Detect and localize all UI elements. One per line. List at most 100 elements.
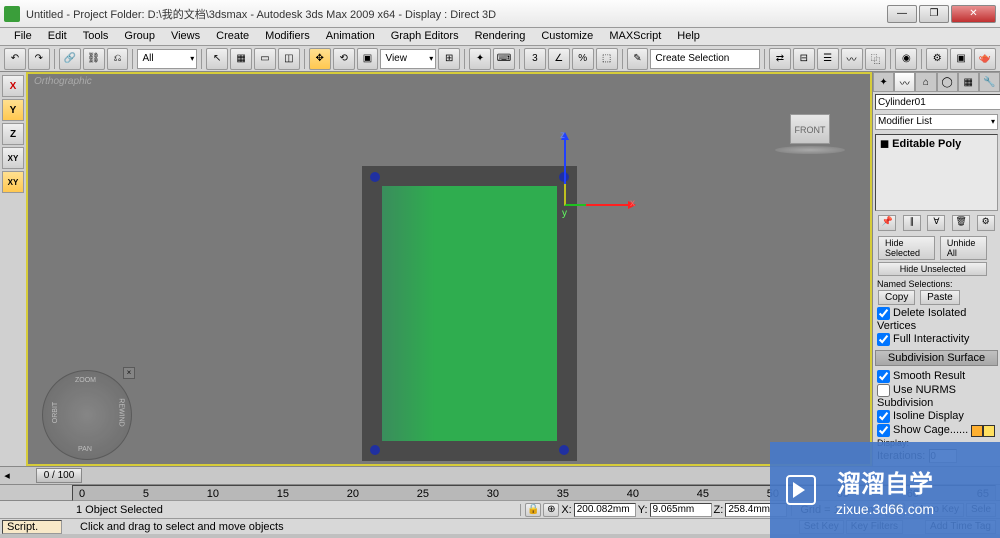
select-name-button[interactable]: ▦: [230, 48, 252, 70]
schematic-button[interactable]: ⿻: [865, 48, 887, 70]
menu-file[interactable]: File: [6, 28, 40, 45]
gizmo-plane[interactable]: [564, 184, 586, 206]
corner-vertex[interactable]: [370, 172, 380, 182]
menu-grapheditors[interactable]: Graph Editors: [383, 28, 467, 45]
spinner-snap-button[interactable]: ⬚: [596, 48, 618, 70]
material-editor-button[interactable]: ◉: [895, 48, 917, 70]
select-region-button[interactable]: ▭: [254, 48, 276, 70]
scale-button[interactable]: ▣: [357, 48, 379, 70]
transform-gizmo[interactable]: z x y: [538, 134, 638, 244]
remove-mod-button[interactable]: 🗑: [952, 215, 970, 231]
manipulate-button[interactable]: ✦: [469, 48, 491, 70]
axis-x-button[interactable]: X: [2, 75, 24, 97]
menu-customize[interactable]: Customize: [533, 28, 601, 45]
corner-vertex[interactable]: [370, 445, 380, 455]
menu-tools[interactable]: Tools: [75, 28, 117, 45]
viewport[interactable]: Orthographic z x y FRONT × ZOOM PAN ORBI…: [26, 72, 872, 466]
maximize-button[interactable]: ❐: [919, 5, 949, 23]
menu-edit[interactable]: Edit: [40, 28, 75, 45]
axis-y-button[interactable]: Y: [2, 99, 24, 121]
close-button[interactable]: ✕: [951, 5, 996, 23]
render-setup-button[interactable]: ⚙: [926, 48, 948, 70]
create-tab[interactable]: ✦: [873, 72, 894, 92]
pivot-button[interactable]: ⊞: [438, 48, 460, 70]
x-coord-input[interactable]: [574, 503, 636, 517]
layers-button[interactable]: ☰: [817, 48, 839, 70]
stack-item-editable-poly[interactable]: ◼ Editable Poly: [880, 137, 993, 150]
snap-toggle-button[interactable]: 3: [524, 48, 546, 70]
modifier-list-dropdown[interactable]: Modifier List: [875, 114, 998, 130]
ref-coord-dropdown[interactable]: View: [380, 49, 436, 69]
copy-selection-button[interactable]: Copy: [878, 290, 915, 305]
navwheel-pan[interactable]: PAN: [78, 446, 92, 453]
link-button[interactable]: 🔗: [59, 48, 81, 70]
viewcube[interactable]: FRONT: [770, 114, 850, 164]
motion-tab[interactable]: ◯: [937, 72, 958, 92]
mirror-button[interactable]: ⇄: [769, 48, 791, 70]
subdiv-rollout-header[interactable]: Subdivision Surface: [875, 350, 998, 366]
menu-create[interactable]: Create: [208, 28, 257, 45]
minimize-button[interactable]: —: [887, 5, 917, 23]
axis-xy2-button[interactable]: XY: [2, 171, 24, 193]
angle-snap-button[interactable]: ∠: [548, 48, 570, 70]
unlink-button[interactable]: ⛓: [83, 48, 105, 70]
render-frame-button[interactable]: ▣: [950, 48, 972, 70]
select-button[interactable]: ↖: [206, 48, 228, 70]
time-prev-button[interactable]: ◂: [0, 469, 14, 482]
edit-named-sel-button[interactable]: ✎: [627, 48, 649, 70]
rotate-button[interactable]: ⟲: [333, 48, 355, 70]
object-name-input[interactable]: [875, 94, 1000, 110]
render-button[interactable]: 🫖: [974, 48, 996, 70]
axis-z-button[interactable]: Z: [2, 123, 24, 145]
redo-button[interactable]: ↷: [28, 48, 50, 70]
isoline-checkbox[interactable]: Isoline Display: [877, 410, 996, 423]
menu-views[interactable]: Views: [163, 28, 208, 45]
y-coord-input[interactable]: [650, 503, 712, 517]
full-interactivity-checkbox[interactable]: Full Interactivity: [877, 333, 996, 346]
navwheel-rewind[interactable]: REWIND: [117, 398, 124, 426]
menu-help[interactable]: Help: [669, 28, 708, 45]
show-end-button[interactable]: ∥: [903, 215, 921, 231]
hierarchy-tab[interactable]: ⌂: [915, 72, 936, 92]
menu-animation[interactable]: Animation: [318, 28, 383, 45]
modifier-stack[interactable]: ◼ Editable Poly: [875, 134, 998, 211]
configure-button[interactable]: ⚙: [977, 215, 995, 231]
hide-selected-button[interactable]: Hide Selected: [878, 236, 935, 260]
script-listener[interactable]: Script.: [2, 520, 62, 534]
navwheel-zoom[interactable]: ZOOM: [75, 377, 96, 384]
unique-button[interactable]: ∀: [927, 215, 945, 231]
keyboard-shortcut-button[interactable]: ⌨: [493, 48, 515, 70]
delete-isolated-checkbox[interactable]: Delete Isolated Vertices: [877, 307, 996, 332]
menu-modifiers[interactable]: Modifiers: [257, 28, 318, 45]
display-tab[interactable]: ▦: [958, 72, 979, 92]
showcage-checkbox[interactable]: Show Cage......: [877, 424, 996, 437]
move-button[interactable]: ✥: [309, 48, 331, 70]
percent-snap-button[interactable]: %: [572, 48, 594, 70]
absolute-mode-button[interactable]: ⊕: [543, 503, 559, 517]
axis-xy-button[interactable]: XY: [2, 147, 24, 169]
hide-unselected-button[interactable]: Hide Unselected: [878, 262, 987, 276]
lock-selection-icon[interactable]: 🔒: [525, 503, 541, 517]
menu-maxscript[interactable]: MAXScript: [601, 28, 669, 45]
viewcube-face[interactable]: FRONT: [790, 114, 830, 144]
window-crossing-button[interactable]: ◫: [278, 48, 300, 70]
nurms-checkbox[interactable]: Use NURMS Subdivision: [877, 384, 996, 409]
utilities-tab[interactable]: 🔧: [979, 72, 1000, 92]
modify-tab[interactable]: 〰: [894, 72, 915, 92]
time-slider[interactable]: 0 / 100: [36, 468, 82, 483]
menu-rendering[interactable]: Rendering: [467, 28, 534, 45]
navwheel-orbit[interactable]: ORBIT: [52, 402, 59, 423]
pin-stack-button[interactable]: 📌: [878, 215, 896, 231]
menu-group[interactable]: Group: [116, 28, 163, 45]
curve-editor-button[interactable]: 〰: [841, 48, 863, 70]
named-selection-dropdown[interactable]: Create Selection Set: [650, 49, 760, 69]
selection-filter-dropdown[interactable]: All: [137, 49, 197, 69]
smooth-result-checkbox[interactable]: Smooth Result: [877, 370, 996, 383]
navwheel-close-icon[interactable]: ×: [123, 367, 135, 379]
navigation-wheel[interactable]: × ZOOM PAN ORBIT REWIND: [42, 370, 132, 460]
bind-button[interactable]: ⎌: [107, 48, 129, 70]
undo-button[interactable]: ↶: [4, 48, 26, 70]
corner-vertex[interactable]: [559, 445, 569, 455]
unhide-all-button[interactable]: Unhide All: [940, 236, 988, 260]
align-button[interactable]: ⊟: [793, 48, 815, 70]
